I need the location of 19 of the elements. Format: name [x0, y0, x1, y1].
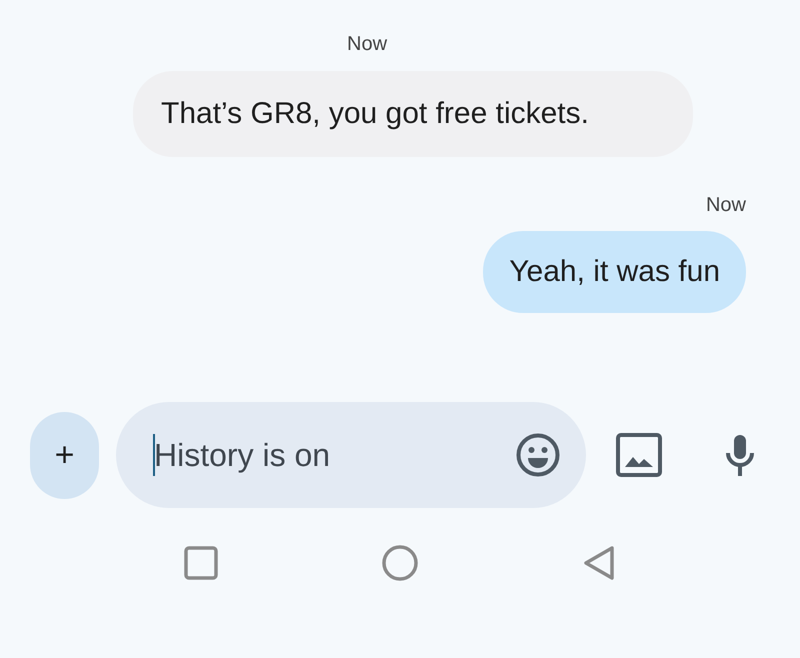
message-field[interactable]: History is on — [116, 402, 586, 508]
timestamp: Now — [706, 194, 746, 216]
circle-icon — [382, 545, 418, 581]
image-icon — [616, 433, 662, 477]
microphone-button[interactable] — [725, 433, 755, 477]
smiley-icon — [516, 433, 560, 477]
home-button[interactable] — [382, 545, 418, 581]
sent-message: Yeah, it was fun — [483, 231, 746, 313]
received-message: That’s GR8, you got free tickets. — [133, 71, 693, 157]
microphone-icon — [725, 433, 755, 477]
text-cursor — [153, 434, 155, 476]
timestamp: Now — [347, 33, 388, 55]
square-icon — [184, 546, 218, 580]
add-button[interactable]: + — [30, 412, 99, 498]
image-button[interactable] — [616, 433, 662, 477]
triangle-icon — [582, 545, 616, 581]
recents-button[interactable] — [184, 546, 218, 580]
emoji-button[interactable] — [516, 433, 560, 477]
back-button[interactable] — [582, 545, 616, 581]
